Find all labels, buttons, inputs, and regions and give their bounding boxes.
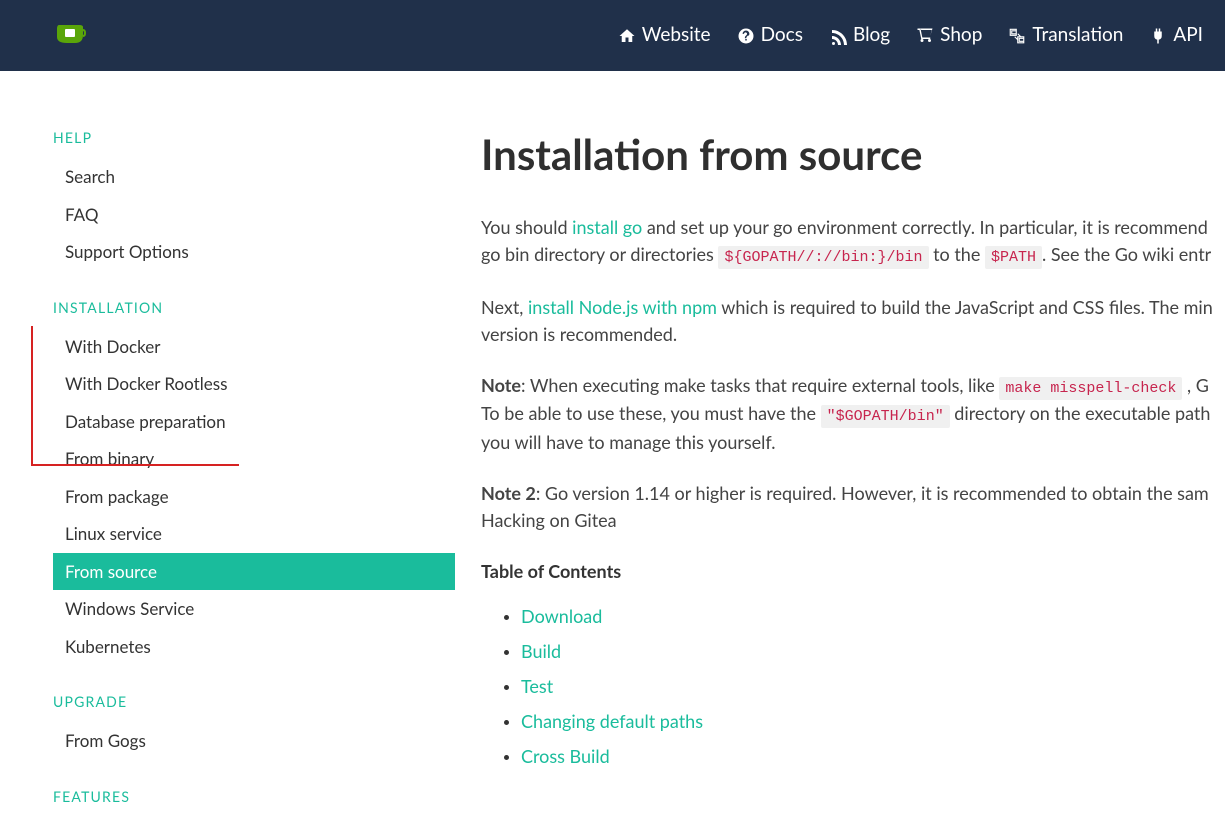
top-nav: Website Docs Blog Shop Translation API: [0, 0, 1225, 71]
sidebar-item-source[interactable]: From source: [53, 553, 455, 591]
toc-download[interactable]: Download: [521, 605, 602, 627]
section-help: HELP: [53, 127, 455, 148]
sidebar-item-binary[interactable]: From binary: [53, 440, 455, 478]
cart-icon: [916, 27, 934, 45]
nav-website[interactable]: Website: [618, 21, 711, 50]
toc-list: Download Build Test Changing default pat…: [481, 603, 1213, 770]
toc-paths[interactable]: Changing default paths: [521, 710, 703, 732]
nav-api[interactable]: API: [1149, 21, 1203, 50]
main-content: Installation from source You should inst…: [455, 71, 1213, 817]
sidebar-item-search[interactable]: Search: [53, 158, 455, 196]
sidebar-item-docker[interactable]: With Docker: [53, 328, 455, 366]
nav-label: Docs: [761, 21, 803, 50]
nav-label: API: [1173, 21, 1203, 50]
nav-links: Website Docs Blog Shop Translation API: [618, 21, 1203, 50]
sidebar-item-support[interactable]: Support Options: [53, 233, 455, 271]
link-install-node[interactable]: install Node.js with npm: [528, 296, 717, 318]
nav-label: Translation: [1032, 21, 1123, 50]
sidebar-item-linux[interactable]: Linux service: [53, 515, 455, 553]
section-features: FEATURES: [53, 786, 455, 807]
sidebar-item-gogs[interactable]: From Gogs: [53, 722, 455, 760]
nav-blog[interactable]: Blog: [829, 21, 890, 50]
sidebar-item-windows[interactable]: Windows Service: [53, 590, 455, 628]
sidebar-item-package[interactable]: From package: [53, 478, 455, 516]
nav-label: Blog: [853, 21, 890, 50]
nav-label: Shop: [940, 21, 982, 50]
translate-icon: [1008, 27, 1026, 45]
sidebar: HELP Search FAQ Support Options INSTALLA…: [0, 71, 455, 817]
code-path: $PATH: [985, 246, 1042, 269]
toc-test[interactable]: Test: [521, 675, 553, 697]
sidebar-item-kubernetes[interactable]: Kubernetes: [53, 628, 455, 666]
link-install-go[interactable]: install go: [572, 216, 642, 238]
code-gopath-bin: ${GOPATH//://bin:}/bin: [718, 246, 928, 269]
code-misspell: make misspell-check: [999, 377, 1182, 400]
section-installation: INSTALLATION: [53, 297, 455, 318]
nav-docs[interactable]: Docs: [737, 21, 803, 50]
toc-title: Table of Contents: [481, 558, 1213, 585]
paragraph-4: Note 2: Go version 1.14 or higher is req…: [481, 480, 1213, 534]
paragraph-3: Note: When executing make tasks that req…: [481, 372, 1213, 456]
paragraph-1: You should install go and set up your go…: [481, 214, 1213, 270]
sidebar-item-faq[interactable]: FAQ: [53, 196, 455, 234]
toc-cross[interactable]: Cross Build: [521, 745, 610, 767]
page-title: Installation from source: [481, 123, 1213, 186]
logo[interactable]: [55, 19, 87, 52]
question-icon: [737, 27, 755, 45]
plug-icon: [1149, 27, 1167, 45]
paragraph-2: Next, install Node.js with npm which is …: [481, 294, 1213, 348]
toc-build[interactable]: Build: [521, 640, 561, 662]
nav-label: Website: [642, 21, 711, 50]
nav-translation[interactable]: Translation: [1008, 21, 1123, 50]
section-upgrade: UPGRADE: [53, 691, 455, 712]
nav-shop[interactable]: Shop: [916, 21, 982, 50]
sidebar-item-docker-rootless[interactable]: With Docker Rootless: [53, 365, 455, 403]
rss-icon: [829, 27, 847, 45]
home-icon: [618, 27, 636, 45]
code-gopath: "$GOPATH/bin": [821, 405, 950, 428]
sidebar-item-database[interactable]: Database preparation: [53, 403, 455, 441]
